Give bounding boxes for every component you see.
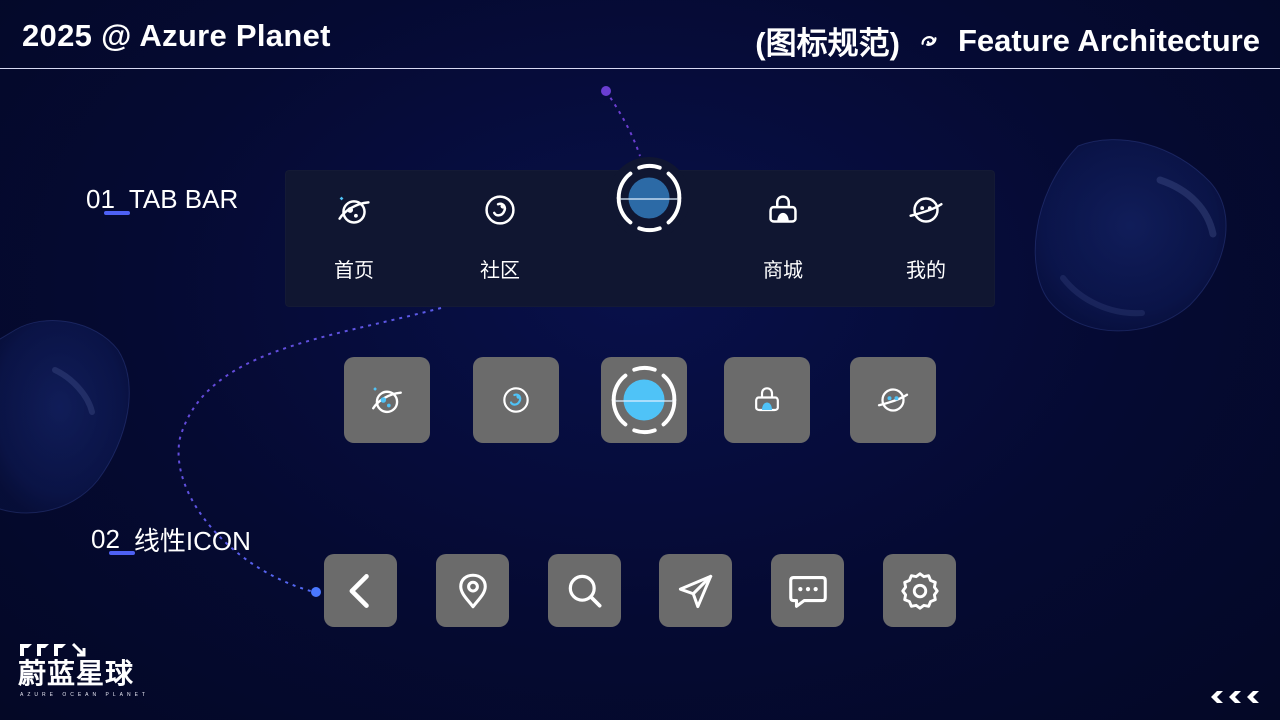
location-tile[interactable]	[436, 554, 509, 627]
search-tile[interactable]	[548, 554, 621, 627]
send-icon	[678, 574, 712, 608]
back-tile[interactable]	[324, 554, 397, 627]
send-tile[interactable]	[659, 554, 732, 627]
message-icon	[788, 575, 827, 608]
settings-tile[interactable]	[883, 554, 956, 627]
settings-gear-icon	[900, 571, 939, 610]
back-arrow-icon	[349, 573, 369, 608]
brand-subtitle: AZURE OCEAN PLANET	[20, 692, 149, 698]
page-mark-icon	[1211, 691, 1259, 703]
brand-logo: 蔚蓝星球 AZURE OCEAN PLANET	[18, 640, 145, 710]
brand-marks-icon	[20, 642, 86, 657]
slide-page: 2025 @ Azure Planet (图标规范) Feature Archi…	[0, 0, 1280, 720]
location-pin-icon	[458, 573, 487, 608]
brand-name: 蔚蓝星球	[18, 658, 135, 689]
message-tile[interactable]	[771, 554, 844, 627]
line-icon-row	[0, 0, 1280, 720]
search-icon	[568, 574, 601, 607]
